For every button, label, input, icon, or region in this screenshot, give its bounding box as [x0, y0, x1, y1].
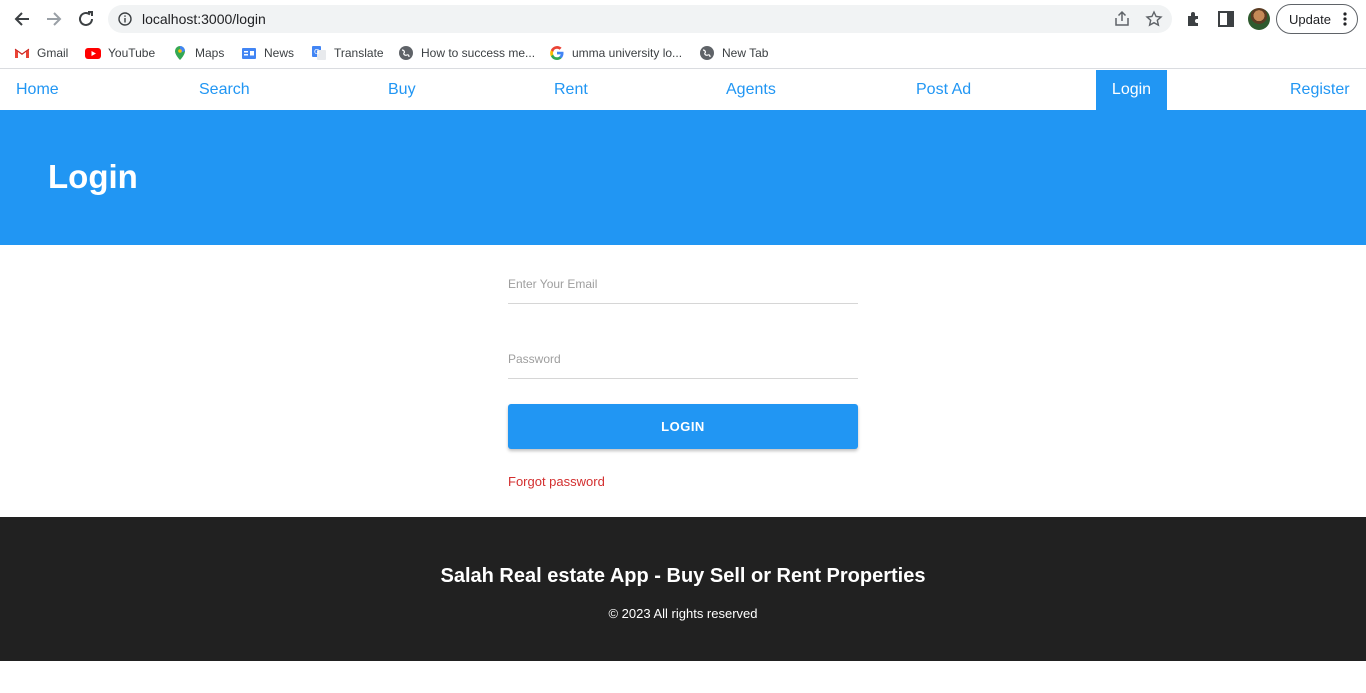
nav-search[interactable]: Search	[199, 70, 250, 110]
svg-text:G: G	[314, 48, 319, 56]
bookmark-gmail[interactable]: Gmail	[14, 43, 68, 63]
nav-post-ad[interactable]: Post Ad	[916, 70, 971, 110]
bookmark-maps[interactable]: Maps	[172, 43, 224, 63]
side-panel-icon[interactable]	[1216, 9, 1236, 29]
bookmark-label: Maps	[195, 46, 225, 60]
youtube-icon	[85, 48, 101, 59]
bookmark-label: umma university lo...	[572, 46, 683, 60]
back-arrow-icon[interactable]	[10, 7, 34, 31]
bookmark-label: How to success me...	[421, 46, 536, 60]
bookmark-label: New Tab	[722, 46, 769, 60]
bookmark-youtube[interactable]: YouTube	[85, 43, 155, 63]
bookmark-news[interactable]: News	[241, 43, 294, 63]
bookmark-label: Translate	[334, 46, 384, 60]
forgot-password-link[interactable]: Forgot password	[508, 474, 605, 489]
more-vert-icon	[1343, 12, 1347, 26]
bookmark-translate[interactable]: G Translate	[311, 43, 384, 63]
bookmark-umma-university[interactable]: umma university lo...	[549, 43, 682, 63]
address-bar[interactable]: localhost:3000/login	[108, 5, 1172, 33]
nav-register[interactable]: Register	[1290, 70, 1350, 110]
bookmark-how-to-success[interactable]: How to success me...	[398, 43, 535, 63]
password-field-wrapper	[508, 339, 858, 379]
url-text: localhost:3000/login	[142, 11, 266, 27]
nav-home[interactable]: Home	[16, 70, 59, 110]
update-label: Update	[1289, 11, 1331, 27]
password-input[interactable]	[508, 339, 858, 379]
page-header-banner: Login	[0, 110, 1366, 245]
nav-rent[interactable]: Rent	[554, 70, 588, 110]
globe-icon	[700, 46, 714, 60]
nav-login[interactable]: Login	[1096, 70, 1167, 110]
main-navbar: Home Search Buy Rent Agents Post Ad Logi…	[0, 70, 1366, 110]
bookmark-label: News	[264, 46, 295, 60]
news-icon	[242, 48, 256, 59]
footer-title: Salah Real estate App - Buy Sell or Rent…	[440, 565, 926, 587]
browser-toolbar: localhost:3000/login Update	[0, 0, 1366, 38]
reload-icon[interactable]	[74, 7, 98, 31]
profile-avatar[interactable]	[1248, 8, 1270, 30]
google-icon	[550, 46, 564, 61]
bookmark-new-tab[interactable]: New Tab	[699, 43, 768, 63]
bookmark-label: YouTube	[108, 46, 156, 60]
site-footer: Salah Real estate App - Buy Sell or Rent…	[0, 517, 1366, 661]
maps-icon	[175, 46, 185, 60]
page-title: Login	[48, 158, 138, 195]
translate-icon: G	[312, 46, 326, 60]
forward-arrow-icon[interactable]	[42, 7, 66, 31]
update-button[interactable]: Update	[1276, 4, 1358, 34]
login-button[interactable]: LOGIN	[508, 404, 858, 449]
gmail-icon	[14, 48, 30, 58]
extensions-icon[interactable]	[1184, 9, 1204, 29]
bookmark-star-icon[interactable]	[1145, 10, 1163, 28]
site-info-icon[interactable]	[118, 12, 132, 26]
email-field-wrapper	[508, 264, 858, 304]
bookmark-label: Gmail	[37, 46, 69, 60]
email-input[interactable]	[508, 264, 858, 304]
globe-icon	[399, 46, 413, 60]
nav-agents[interactable]: Agents	[726, 70, 776, 110]
bookmarks-bar: Gmail YouTube Maps News G Translate How …	[0, 38, 1366, 69]
share-icon[interactable]	[1113, 10, 1131, 28]
nav-buy[interactable]: Buy	[388, 70, 416, 110]
footer-copyright: © 2023 All rights reserved	[608, 606, 758, 621]
